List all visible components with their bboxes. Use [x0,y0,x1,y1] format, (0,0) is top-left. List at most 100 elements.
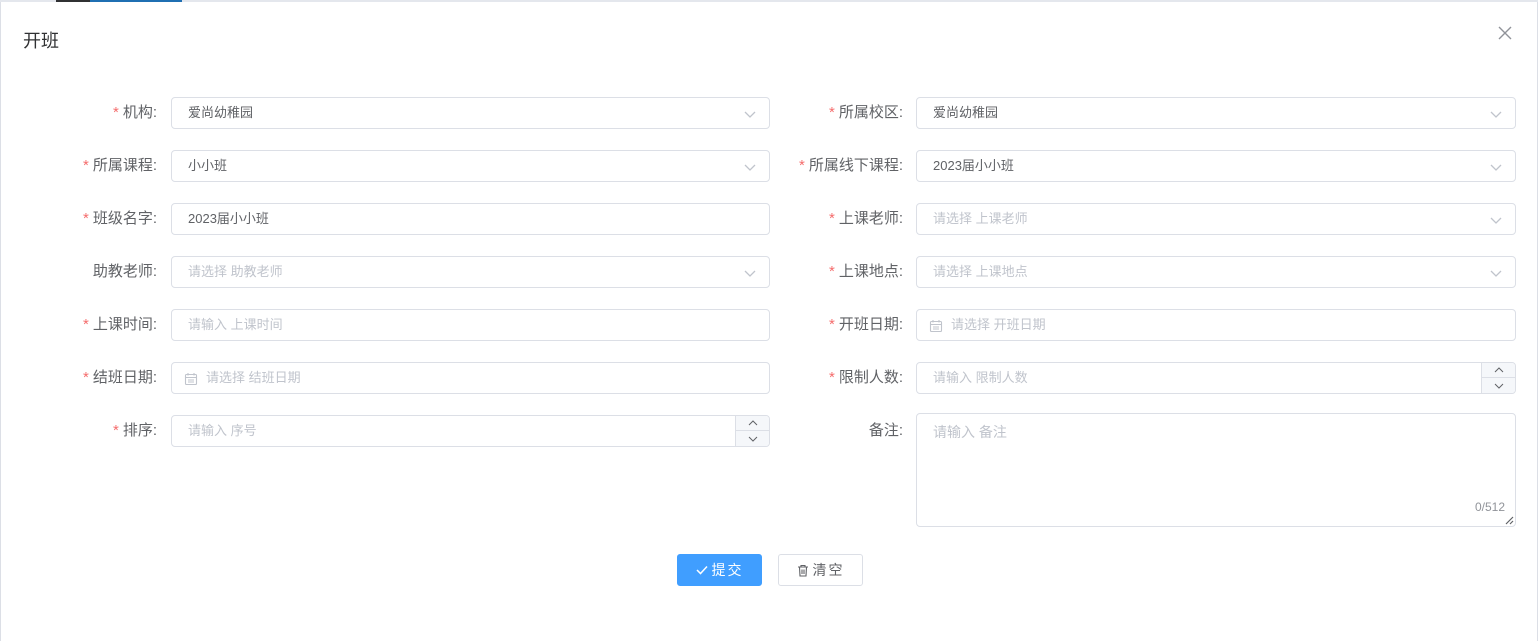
chevron-down-icon [748,436,757,442]
submit-label: 提交 [711,562,744,578]
teacher-label-text: 上课老师: [838,210,903,227]
chevron-down-icon [1490,270,1502,277]
institution-value: 爱尚幼稚园 [188,105,254,120]
sort-label-text: 排序: [122,422,157,439]
assistant-placeholder: 请选择 助教老师 [188,264,283,279]
location-label-text: 上课地点: [838,263,903,280]
institution-label: * 机构: [1,97,157,129]
form-row-6: * 结班日期: 请选择 结班日期 * 限制人数: 请输入 限制人数 [1,362,1538,394]
start-date-placeholder: 请选择 开班日期 [951,317,1046,332]
end-date-label-text: 结班日期: [92,369,157,386]
teacher-placeholder: 请选择 上课老师 [933,211,1028,226]
required-mark: * [82,316,89,333]
required-mark: * [828,369,835,386]
required-mark: * [798,157,805,174]
class-name-input[interactable]: 2023届小小班 [171,203,770,235]
location-select[interactable]: 请选择 上课地点 [916,256,1516,288]
sort-number-input[interactable]: 请输入 序号 [171,415,770,447]
offline-course-value: 2023届小小班 [933,158,1014,173]
remark-textarea[interactable]: 请输入 备注 0/512 [916,413,1516,527]
remark-counter: 0/512 [1474,500,1505,514]
start-date-label: * 开班日期: [761,309,903,341]
close-icon[interactable] [1498,26,1514,42]
course-label: * 所属课程: [1,150,157,182]
course-select[interactable]: 小小班 [171,150,770,182]
remark-label: 备注: [761,415,903,447]
limit-label: * 限制人数: [761,362,903,394]
required-mark: * [828,316,835,333]
limit-label-text: 限制人数: [838,369,903,386]
chevron-down-icon [1490,111,1502,118]
form-row-1: * 机构: 爱尚幼稚园 * 所属校区: 爱尚幼稚园 [1,97,1538,129]
institution-select[interactable]: 爱尚幼稚园 [171,97,770,129]
chevron-down-icon [744,111,756,118]
chevron-down-icon [1490,164,1502,171]
required-mark: * [828,263,835,280]
form-row-4: 助教老师: 请选择 助教老师 * 上课地点: 请选择 上课地点 [1,256,1538,288]
class-time-placeholder: 请输入 上课时间 [188,317,283,332]
form-row-2: * 所属课程: 小小班 * 所属线下课程: 2023届小小班 [1,150,1538,182]
course-value: 小小班 [188,158,228,173]
chevron-down-icon [1490,217,1502,224]
assistant-label-text: 助教老师: [92,263,157,280]
end-date-picker[interactable]: 请选择 结班日期 [171,362,770,394]
class-name-label-text: 班级名字: [92,210,157,227]
sort-placeholder: 请输入 序号 [188,423,257,438]
chevron-down-icon [1494,383,1503,389]
offline-course-label-text: 所属线下课程: [808,157,903,174]
calendar-icon [929,320,943,333]
required-mark: * [82,369,89,386]
offline-course-label: * 所属线下课程: [761,150,903,182]
dialog-title: 开班 [23,31,59,51]
decrement-button[interactable] [1482,378,1515,393]
increment-button[interactable] [1482,363,1515,378]
teacher-select[interactable]: 请选择 上课老师 [916,203,1516,235]
required-mark: * [112,422,119,439]
start-date-picker[interactable]: 请选择 开班日期 [916,309,1516,341]
teacher-label: * 上课老师: [761,203,903,235]
campus-select[interactable]: 爱尚幼稚园 [916,97,1516,129]
class-name-value: 2023届小小班 [188,211,269,226]
form-row-3: * 班级名字: 2023届小小班 * 上课老师: 请选择 上课老师 [1,203,1538,235]
remark-label-text: 备注: [868,422,903,439]
location-label: * 上课地点: [761,256,903,288]
class-time-label-text: 上课时间: [92,316,157,333]
sort-label: * 排序: [1,415,157,447]
class-time-input[interactable]: 请输入 上课时间 [171,309,770,341]
open-class-dialog: 开班 * 机构: 爱尚幼稚园 * 所属校区: 爱尚幼稚园 * 所属课程: 小小班 * 所… [0,2,1538,641]
trash-icon [797,564,808,577]
assistant-select[interactable]: 请选择 助教老师 [171,256,770,288]
submit-button[interactable]: 提交 [677,554,762,586]
form-row-5: * 上课时间: 请输入 上课时间 * 开班日期: 请选择 开班日期 [1,309,1538,341]
required-mark: * [828,104,835,121]
limit-stepper [1481,363,1515,393]
chevron-down-icon [744,164,756,171]
limit-placeholder: 请输入 限制人数 [933,370,1028,385]
required-mark: * [82,210,89,227]
calendar-icon [184,373,198,386]
check-icon [695,565,708,575]
offline-course-select[interactable]: 2023届小小班 [916,150,1516,182]
campus-label-text: 所属校区: [838,104,903,121]
required-mark: * [828,210,835,227]
location-placeholder: 请选择 上课地点 [933,264,1028,279]
limit-number-input[interactable]: 请输入 限制人数 [916,362,1516,394]
campus-value: 爱尚幼稚园 [933,105,999,120]
class-name-label: * 班级名字: [1,203,157,235]
chevron-up-icon [748,420,757,426]
class-time-label: * 上课时间: [1,309,157,341]
end-date-placeholder: 请选择 结班日期 [206,370,301,385]
clear-label: 清空 [812,562,845,578]
chevron-up-icon [1494,367,1503,373]
chevron-down-icon [744,270,756,277]
campus-label: * 所属校区: [761,97,903,129]
institution-label-text: 机构: [122,104,157,121]
resize-handle-icon[interactable] [1504,515,1514,525]
course-label-text: 所属课程: [92,157,157,174]
required-mark: * [112,104,119,121]
assistant-label: 助教老师: [1,256,157,288]
form-row-7: * 排序: 请输入 序号 [1,415,781,447]
clear-button[interactable]: 清空 [778,554,863,586]
required-mark: * [82,157,89,174]
remark-placeholder: 请输入 备注 [933,424,1007,440]
